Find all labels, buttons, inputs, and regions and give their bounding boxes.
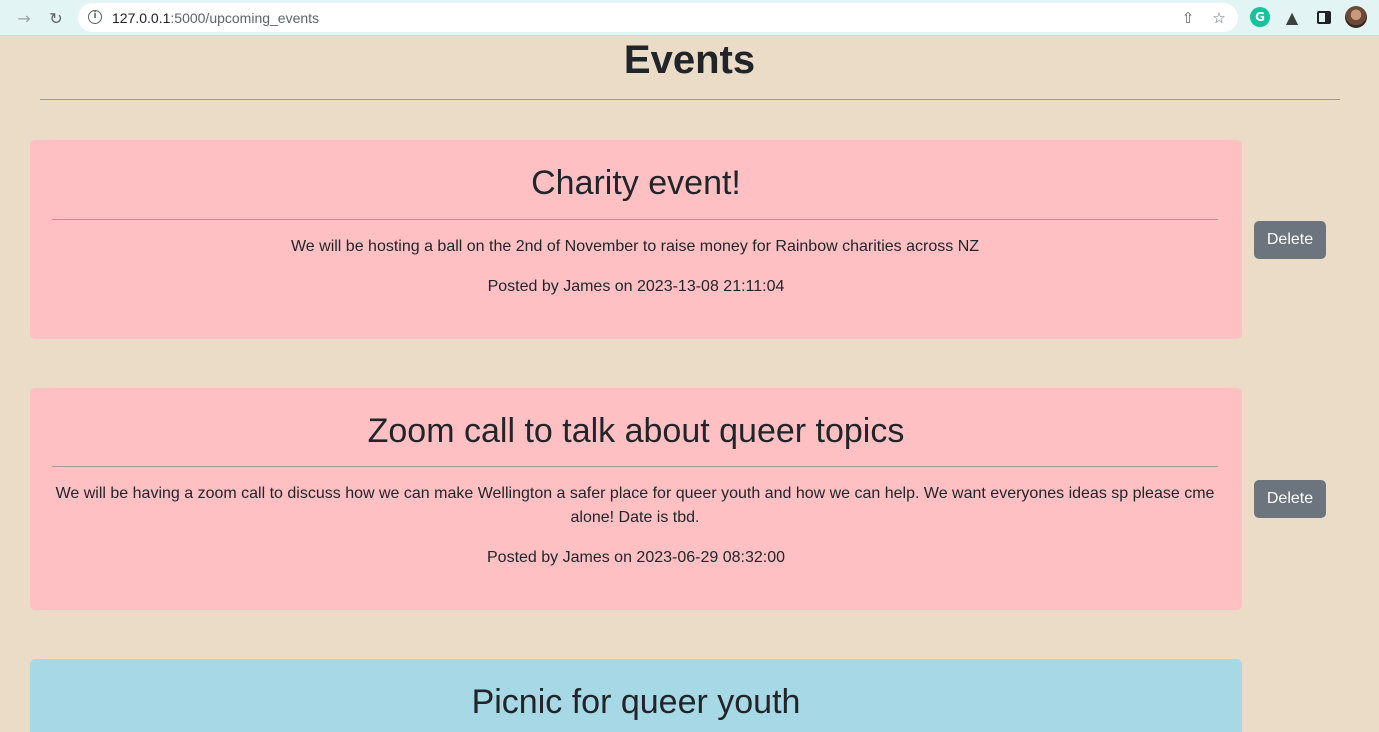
puzzle-icon[interactable]: ▲	[1282, 7, 1302, 27]
event-description: We will be having a zoom call to discuss…	[55, 485, 1215, 526]
event-posted-by: Posted by James on 2023-13-08 21:11:04	[487, 278, 785, 295]
url-path: :5000/upcoming_events	[170, 10, 320, 26]
event-title: Zoom call to talk about queer topics	[367, 412, 905, 450]
event-posted-by: Posted by James on 2023-06-29 08:32:00	[487, 549, 785, 566]
delete-button[interactable]: Delete	[1254, 480, 1326, 518]
share-icon[interactable]: ⇧	[1178, 8, 1198, 28]
sidepanel-icon[interactable]	[1314, 7, 1334, 27]
event-description: We will be hosting a ball on the 2nd of …	[290, 238, 980, 255]
event-card: Charity event! We will be hosting a ball…	[30, 140, 1242, 339]
site-info-icon[interactable]: i	[88, 10, 102, 24]
delete-button[interactable]: Delete	[1254, 221, 1326, 259]
avatar[interactable]	[1345, 6, 1367, 28]
page-title: Events	[623, 38, 756, 82]
address-bar[interactable]: i 127.0.0.1:5000/upcoming_events ⇧ ☆	[78, 3, 1238, 32]
title-divider	[40, 99, 1340, 100]
event-title: Picnic for queer youth	[471, 683, 801, 721]
event-title: Charity event!	[531, 164, 741, 202]
event-divider	[52, 219, 1218, 220]
event-card: Zoom call to talk about queer topics We …	[30, 388, 1242, 610]
url-host: 127.0.0.1	[112, 10, 171, 26]
browser-toolbar: → ↻ i 127.0.0.1:5000/upcoming_events ⇧ ☆…	[0, 0, 1379, 36]
reload-icon[interactable]: ↻	[44, 6, 68, 30]
forward-icon[interactable]: →	[12, 6, 36, 30]
grammarly-icon[interactable]: G	[1250, 7, 1270, 27]
url-text[interactable]: 127.0.0.1:5000/upcoming_events	[112, 10, 319, 26]
event-divider	[52, 466, 1218, 467]
star-icon[interactable]: ☆	[1209, 8, 1229, 28]
event-card: Picnic for queer youth	[30, 659, 1242, 732]
